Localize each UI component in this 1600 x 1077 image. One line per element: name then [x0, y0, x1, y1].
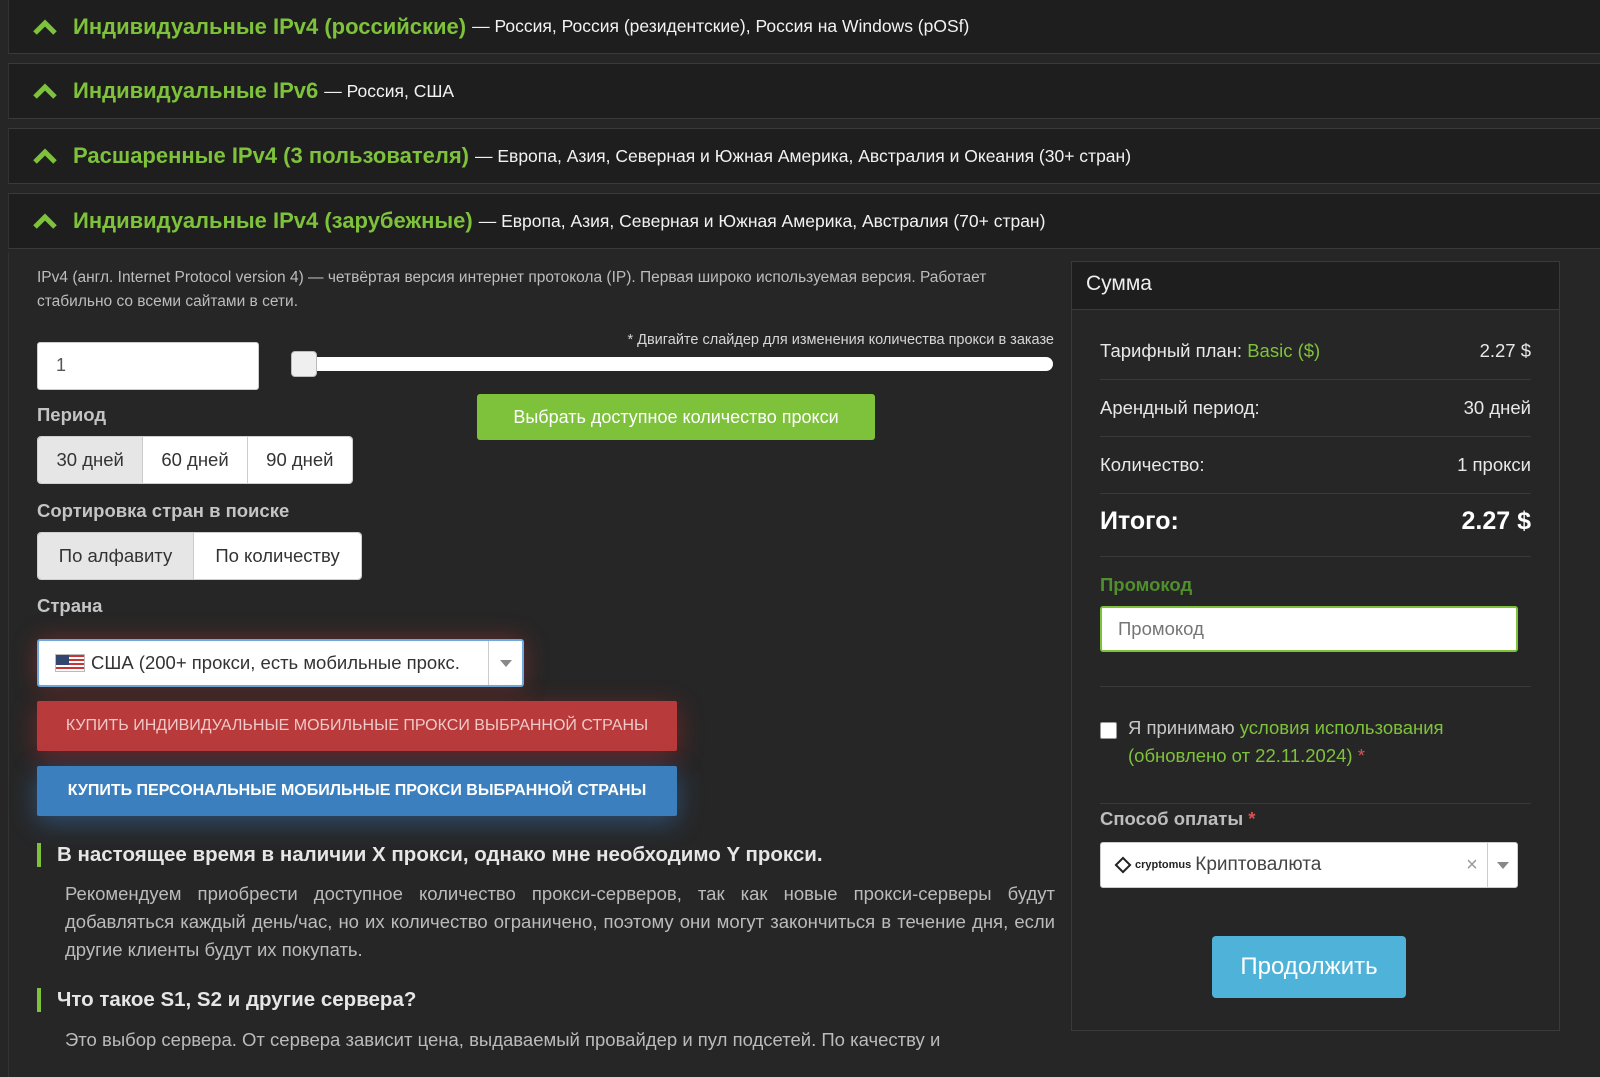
payment-logo-text: cryptomus — [1135, 859, 1192, 871]
accordion-title: Расшаренные IPv4 (3 пользователя) — [73, 143, 469, 168]
payment-label-text: Способ оплаты — [1100, 808, 1244, 829]
promo-label: Промокод — [1100, 574, 1193, 595]
qty-summary-value: 1 прокси — [1457, 454, 1531, 475]
faq-question: В настоящее время в наличии X прокси, од… — [37, 843, 1047, 867]
summary-total-row: Итого: 2.27 $ — [1100, 507, 1531, 557]
accordion-desc: — Европа, Азия, Северная и Южная Америка… — [478, 210, 1046, 231]
country-selected-value: США (200+ прокси, есть мобильные прокс. — [91, 652, 460, 673]
accordion-title: Индивидуальные IPv4 (зарубежные) — [73, 208, 473, 233]
total-label: Итого: — [1100, 507, 1179, 535]
summary-title: Сумма — [1072, 262, 1559, 310]
period-summary-value: 30 дней — [1463, 397, 1531, 418]
accordion-desc: — Россия, Россия (резидентские), Россия … — [472, 16, 970, 36]
period-summary-label: Арендный период: — [1100, 397, 1260, 418]
accordion-title: Индивидуальные IPv4 (российские) — [73, 13, 467, 39]
required-mark: * — [1357, 745, 1365, 766]
sort-label: Сортировка стран в поиске — [37, 500, 290, 521]
total-value: 2.27 $ — [1461, 507, 1531, 535]
chevron-up-icon — [33, 83, 57, 99]
continue-button[interactable]: Продолжить — [1212, 936, 1406, 998]
slider-hint: * Двигайте слайдер для изменения количес… — [627, 332, 1054, 348]
terms-checkbox[interactable] — [1100, 722, 1117, 739]
accordion-ipv4-russian[interactable]: Индивидуальные IPv4 (российские) — Росси… — [8, 0, 1600, 54]
period-label: Период — [37, 404, 107, 425]
plan-label: Тарифный план: — [1100, 340, 1243, 361]
select-available-button[interactable]: Выбрать доступное количество прокси — [477, 394, 875, 440]
sort-selector: По алфавиту По количеству — [37, 532, 362, 580]
summary-qty-row: Количество: 1 прокси — [1100, 454, 1531, 494]
accordion-desc: — Россия, США — [324, 80, 455, 101]
summary-panel: Сумма Тарифный план: Basic ($) 2.27 $ Ар… — [1071, 261, 1560, 1031]
payment-method-select[interactable]: cryptomus Криптовалюта × — [1100, 842, 1518, 888]
accordion-title: Индивидуальные IPv6 — [73, 78, 319, 103]
terms-text: Я принимаю условия использования (обновл… — [1128, 714, 1508, 770]
cube-icon — [1114, 856, 1132, 874]
sort-quantity-button[interactable]: По количеству — [194, 533, 361, 579]
quantity-slider-handle[interactable] — [291, 351, 317, 377]
qty-summary-label: Количество: — [1100, 454, 1205, 475]
chevron-up-icon — [33, 18, 57, 35]
quantity-slider-track[interactable] — [291, 357, 1053, 371]
required-mark: * — [1248, 808, 1256, 829]
chevron-up-icon — [33, 213, 57, 229]
chevron-up-icon — [33, 148, 57, 164]
terms-prefix: Я принимаю — [1128, 717, 1235, 738]
cryptomus-logo: cryptomus — [1114, 856, 1192, 874]
payment-label: Способ оплаты * — [1100, 808, 1255, 830]
promo-input[interactable] — [1100, 606, 1518, 652]
dropdown-arrow-icon[interactable] — [488, 641, 522, 685]
country-label: Страна — [37, 595, 103, 616]
faq-answer: Рекомендуем приобрести доступное количес… — [65, 883, 1055, 960]
buy-personal-mobile-button[interactable]: КУПИТЬ ПЕРСОНАЛЬНЫЕ МОБИЛЬНЫЕ ПРОКСИ ВЫБ… — [37, 766, 677, 816]
divider — [1100, 803, 1531, 804]
faq-question: Что такое S1, S2 и другие сервера? — [37, 988, 1047, 1012]
clear-icon[interactable]: × — [1457, 854, 1487, 877]
summary-period-row: Арендный период: 30 дней — [1100, 397, 1531, 437]
accordion-ipv4-shared[interactable]: Расшаренные IPv4 (3 пользователя) — Евро… — [8, 128, 1600, 184]
accordion-desc: — Европа, Азия, Северная и Южная Америка… — [474, 145, 1132, 166]
plan-price: 2.27 $ — [1479, 340, 1531, 361]
sort-alphabet-button[interactable]: По алфавиту — [38, 533, 195, 579]
buy-individual-mobile-button[interactable]: КУПИТЬ ИНДИВИДУАЛЬНЫЕ МОБИЛЬНЫЕ ПРОКСИ В… — [37, 701, 677, 751]
period-30-button[interactable]: 30 дней — [38, 437, 144, 483]
dropdown-arrow-icon[interactable] — [1487, 843, 1517, 887]
period-60-button[interactable]: 60 дней — [143, 437, 248, 483]
plan-name: Basic ($) — [1247, 340, 1321, 361]
protocol-intro: IPv4 (англ. Internet Protocol version 4)… — [37, 269, 987, 310]
quantity-input[interactable]: 1 — [37, 342, 259, 390]
faq-answer: Это выбор сервера. От сервера зависит це… — [65, 1029, 941, 1050]
accordion-ipv4-foreign[interactable]: Индивидуальные IPv4 (зарубежные) — Европ… — [8, 193, 1600, 249]
us-flag-icon — [55, 654, 85, 672]
accordion-ipv6[interactable]: Индивидуальные IPv6 — Россия, США — [8, 63, 1600, 119]
divider — [1100, 686, 1531, 687]
country-select[interactable]: США (200+ прокси, есть мобильные прокс. — [37, 639, 524, 687]
payment-method-value: Криптовалюта — [1195, 854, 1322, 875]
period-selector: 30 дней 60 дней 90 дней — [37, 436, 353, 484]
period-90-button[interactable]: 90 дней — [247, 437, 352, 483]
summary-plan-row: Тарифный план: Basic ($) 2.27 $ — [1100, 340, 1531, 380]
